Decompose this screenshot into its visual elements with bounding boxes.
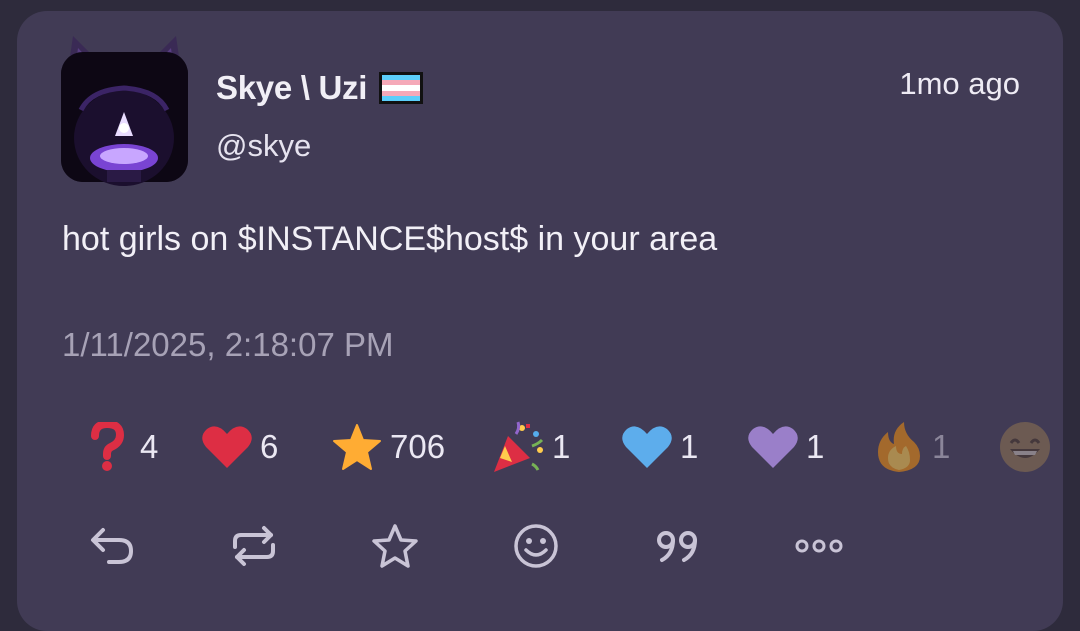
blue-heart-icon: [620, 420, 674, 474]
reactions-bar: 4 6 706 1 1 1 1: [80, 418, 1060, 476]
reaction-blue-heart[interactable]: 1: [620, 418, 698, 476]
reaction-red-heart[interactable]: 6: [200, 418, 278, 476]
trans-flag-icon: [379, 72, 424, 104]
reaction-purple-heart[interactable]: 1: [746, 418, 824, 476]
reaction-party-popper[interactable]: 1: [492, 418, 570, 476]
repost-button[interactable]: [228, 520, 280, 572]
more-icon: [795, 539, 843, 553]
purple-heart-icon: [746, 420, 800, 474]
question-mark-icon: [80, 420, 134, 474]
reaction-count: 4: [140, 428, 159, 465]
reaction-count: 1: [932, 428, 951, 465]
avatar-image: [61, 36, 188, 186]
quote-icon: [657, 531, 697, 562]
fire-icon: [872, 420, 926, 474]
reply-button[interactable]: [86, 520, 138, 572]
favorite-icon: [372, 524, 418, 568]
avatar[interactable]: [61, 36, 188, 186]
red-heart-icon: [200, 420, 254, 474]
reaction-fire[interactable]: 1: [872, 418, 950, 476]
reaction-count: 6: [260, 428, 279, 465]
post-timestamp: 1/11/2025, 2:18:07 PM: [62, 326, 394, 363]
more-button[interactable]: [793, 520, 845, 572]
reaction-star[interactable]: 706: [330, 418, 445, 476]
react-button[interactable]: [510, 520, 562, 572]
quote-button[interactable]: [652, 520, 704, 572]
reply-icon: [91, 528, 134, 564]
author-display-name[interactable]: Skye \ Uzi: [216, 69, 367, 107]
reaction-count: 1: [806, 428, 825, 465]
author-handle[interactable]: @skye: [216, 128, 311, 164]
reaction-count: 1: [552, 428, 571, 465]
react-icon: [514, 524, 558, 568]
grinning-face-icon: [998, 420, 1052, 474]
star-icon: [330, 420, 384, 474]
relative-time[interactable]: 1mo ago: [899, 66, 1020, 102]
party-popper-icon: [492, 420, 546, 474]
reaction-count: 706: [390, 428, 446, 465]
reaction-question[interactable]: 4: [80, 418, 158, 476]
reaction-count: 1: [680, 428, 699, 465]
post-text: hot girls on $INSTANCE$host$ in your are…: [62, 220, 718, 258]
reaction-grinning-face[interactable]: [998, 418, 1052, 476]
repost-icon: [233, 526, 275, 566]
author-name-row: Skye \ Uzi: [216, 66, 424, 110]
favorite-button[interactable]: [369, 520, 421, 572]
